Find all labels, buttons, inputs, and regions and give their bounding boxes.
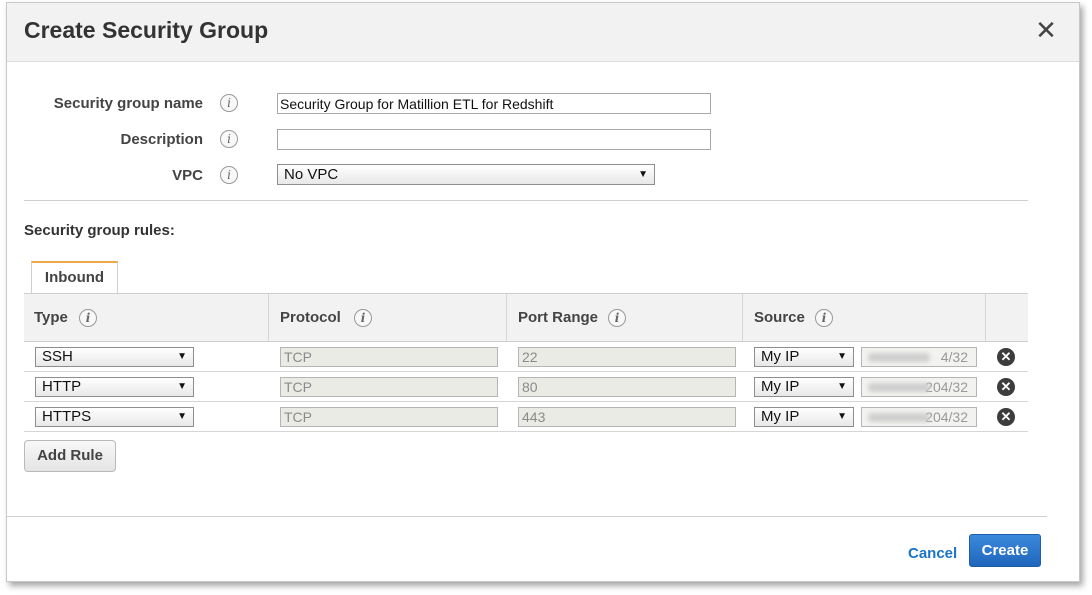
- security-group-name-input[interactable]: [277, 93, 711, 114]
- column-separator: [268, 294, 269, 341]
- column-header-label: Type: [34, 309, 68, 326]
- rule-source-ip-field[interactable]: 204/32: [861, 377, 977, 397]
- info-icon[interactable]: i: [354, 309, 372, 327]
- info-icon[interactable]: i: [79, 309, 97, 327]
- info-icon[interactable]: i: [608, 309, 626, 327]
- rule-source-select[interactable]: My IP ▼: [754, 407, 854, 427]
- dialog-titlebar: Create Security Group ✕: [7, 3, 1079, 62]
- rule-source-select[interactable]: My IP ▼: [754, 377, 854, 397]
- vpc-label: VPC: [172, 167, 203, 184]
- vpc-select[interactable]: No VPC ▼: [277, 164, 655, 185]
- rule-type-value: SSH: [42, 348, 73, 365]
- rule-type-select[interactable]: HTTPS ▼: [35, 407, 194, 427]
- dialog-title: Create Security Group: [24, 17, 269, 43]
- column-header-protocol: Protocol i: [270, 294, 506, 341]
- rule-source-ip-field[interactable]: 4/32: [861, 347, 977, 367]
- column-separator: [985, 294, 986, 341]
- section-divider: [24, 200, 1028, 201]
- dropdown-arrow-icon: ▼: [638, 169, 648, 180]
- column-header-port-range: Port Range i: [508, 294, 742, 341]
- description-label: Description: [120, 131, 203, 148]
- column-header-source: Source i: [744, 294, 984, 341]
- column-separator: [506, 294, 507, 341]
- rule-source-value: My IP: [761, 348, 800, 365]
- info-icon[interactable]: i: [220, 94, 238, 112]
- rule-port-range-field: 443: [518, 407, 736, 427]
- dropdown-arrow-icon: ▼: [177, 351, 187, 362]
- column-header-label: Protocol: [280, 309, 341, 326]
- create-button[interactable]: Create: [969, 534, 1041, 567]
- info-icon[interactable]: i: [815, 309, 833, 327]
- rule-source-ip-field[interactable]: 204/32: [861, 407, 977, 427]
- dropdown-arrow-icon: ▼: [177, 411, 187, 422]
- rule-type-select[interactable]: SSH ▼: [35, 347, 194, 367]
- column-header-label: Port Range: [518, 309, 599, 326]
- security-group-rules-label: Security group rules:: [24, 222, 175, 239]
- vpc-select-value: No VPC: [284, 166, 339, 183]
- rule-protocol-field: TCP: [280, 407, 498, 427]
- redacted-ip-blur: [868, 413, 930, 422]
- dropdown-arrow-icon: ▼: [837, 411, 847, 422]
- description-input[interactable]: [277, 129, 711, 150]
- table-row: SSH ▼ TCP 22 My IP ▼ 4/32 ✕: [24, 342, 1028, 372]
- rule-port-range-field: 22: [518, 347, 736, 367]
- rule-source-value: My IP: [761, 378, 800, 395]
- security-group-name-label: Security group name: [53, 95, 203, 112]
- rule-protocol-field: TCP: [280, 347, 498, 367]
- close-icon[interactable]: ✕: [1035, 17, 1057, 43]
- dropdown-arrow-icon: ▼: [837, 351, 847, 362]
- remove-circle-icon[interactable]: ✕: [997, 378, 1015, 396]
- info-icon[interactable]: i: [220, 166, 238, 184]
- footer-divider: [7, 516, 1047, 517]
- tab-inbound[interactable]: Inbound: [31, 261, 118, 294]
- rule-type-select[interactable]: HTTP ▼: [35, 377, 194, 397]
- rule-port-range-field: 80: [518, 377, 736, 397]
- column-separator: [742, 294, 743, 341]
- rule-source-ip-suffix: 204/32: [925, 409, 968, 425]
- rule-type-value: HTTP: [42, 378, 82, 395]
- rule-type-value: HTTPS: [42, 408, 92, 425]
- rule-source-ip-suffix: 4/32: [940, 349, 968, 365]
- remove-circle-icon[interactable]: ✕: [997, 408, 1015, 426]
- rule-protocol-field: TCP: [280, 377, 498, 397]
- table-row: HTTP ▼ TCP 80 My IP ▼ 204/32 ✕: [24, 372, 1028, 402]
- remove-circle-icon[interactable]: ✕: [997, 348, 1015, 366]
- dropdown-arrow-icon: ▼: [177, 381, 187, 392]
- rules-table-header: Type i Protocol i Port Range i Source i: [24, 293, 1028, 342]
- info-icon[interactable]: i: [220, 130, 238, 148]
- redacted-ip-blur: [868, 353, 930, 362]
- column-header-type: Type i: [24, 294, 268, 341]
- create-security-group-dialog: Create Security Group ✕ Security group n…: [6, 2, 1080, 582]
- rule-source-ip-suffix: 204/32: [925, 379, 968, 395]
- redacted-ip-blur: [868, 383, 930, 392]
- dropdown-arrow-icon: ▼: [837, 381, 847, 392]
- column-header-label: Source: [754, 309, 805, 326]
- rule-source-value: My IP: [761, 408, 800, 425]
- rule-source-select[interactable]: My IP ▼: [754, 347, 854, 367]
- table-row: HTTPS ▼ TCP 443 My IP ▼ 204/32 ✕: [24, 402, 1028, 432]
- add-rule-button[interactable]: Add Rule: [24, 440, 116, 472]
- cancel-link[interactable]: Cancel: [908, 545, 957, 562]
